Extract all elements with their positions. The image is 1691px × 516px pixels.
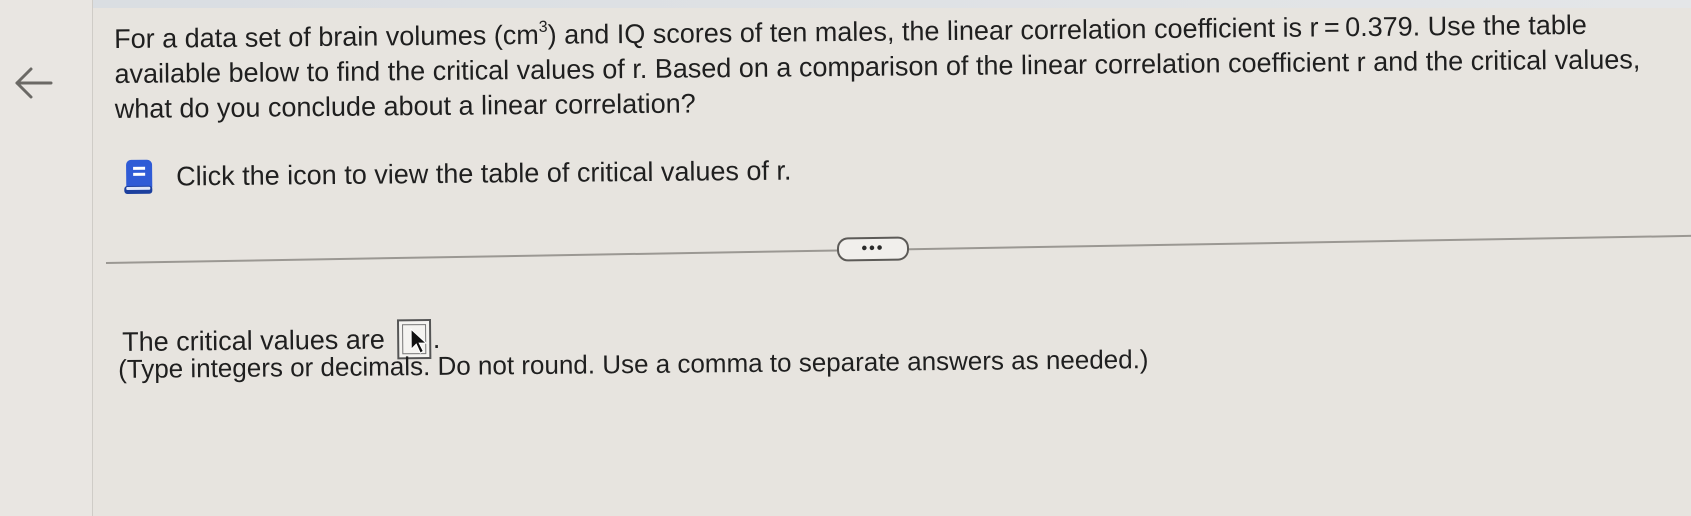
question-text-part1: For a data set of brain volumes (cm — [114, 19, 539, 54]
back-button[interactable] — [8, 58, 58, 108]
left-rail — [0, 0, 93, 516]
question-text: For a data set of brain volumes (cm3) an… — [114, 7, 1675, 127]
answer-suffix: . — [432, 323, 441, 354]
table-hint: Click the icon to view the table of crit… — [122, 152, 792, 196]
back-arrow-icon — [15, 67, 53, 99]
book-icon[interactable] — [122, 158, 156, 196]
question-panel: For a data set of brain volumes (cm3) an… — [92, 0, 1691, 516]
more-button[interactable]: ••• — [836, 236, 910, 262]
question-superscript: 3 — [538, 18, 548, 36]
hint-text: Click the icon to view the table of crit… — [176, 155, 792, 191]
